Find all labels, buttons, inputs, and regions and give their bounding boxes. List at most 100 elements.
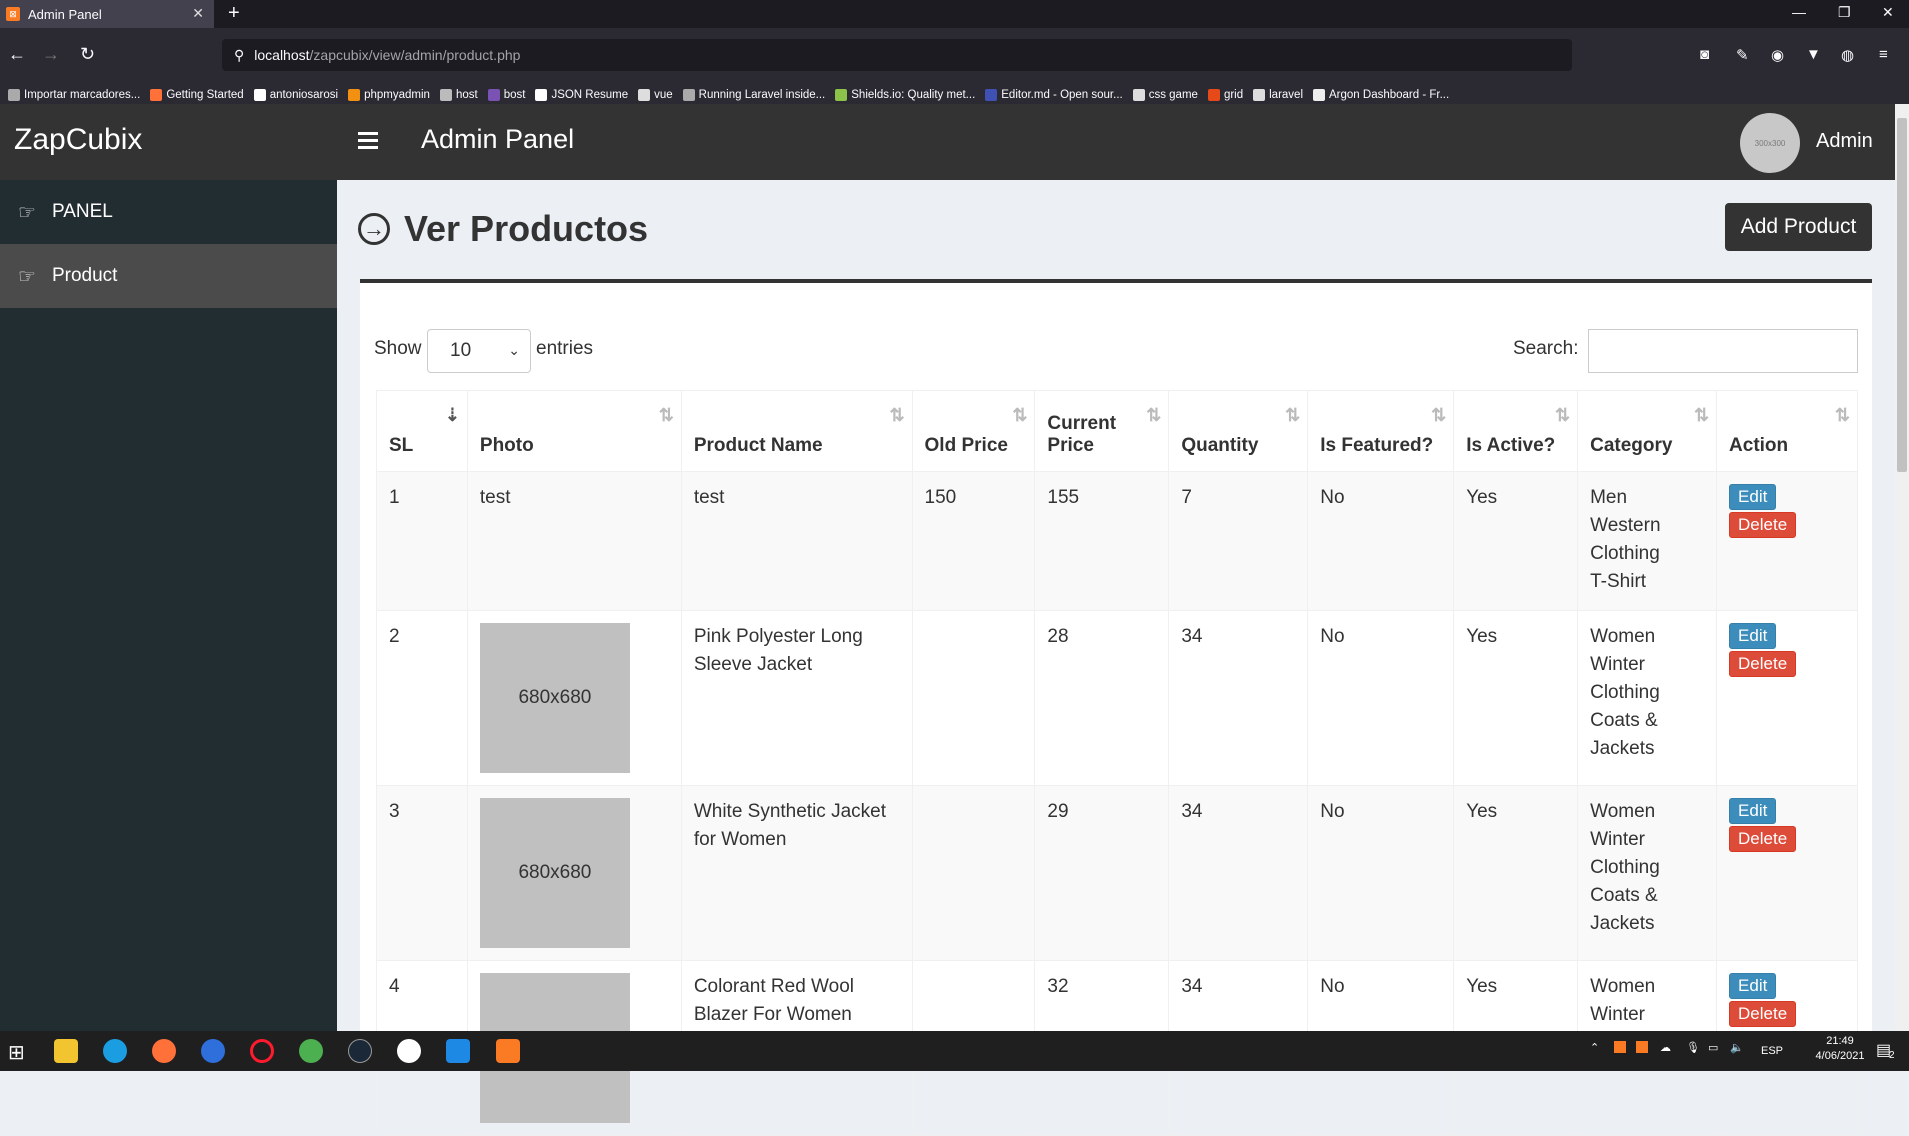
delete-button[interactable]: Delete bbox=[1729, 826, 1797, 852]
file-explorer-icon[interactable] bbox=[54, 1039, 78, 1063]
account-icon[interactable]: ◍ bbox=[1841, 46, 1854, 64]
bookmark-label: bost bbox=[503, 89, 526, 101]
vscode-icon[interactable] bbox=[446, 1039, 470, 1063]
firefox-icon[interactable] bbox=[152, 1039, 176, 1063]
bookmark-item[interactable]: bost bbox=[487, 89, 526, 101]
cell-featured: No bbox=[1307, 785, 1455, 961]
delete-button[interactable]: Delete bbox=[1729, 651, 1797, 677]
edit-button[interactable]: Edit bbox=[1729, 973, 1777, 999]
volume-icon[interactable]: 🔈 bbox=[1730, 1041, 1744, 1054]
cell-active: Yes bbox=[1453, 471, 1579, 611]
edit-button[interactable]: Edit bbox=[1729, 484, 1777, 510]
bookmark-item[interactable]: Editor.md - Open sour... bbox=[985, 89, 1123, 101]
steam-icon[interactable] bbox=[348, 1039, 372, 1063]
bookmark-item[interactable]: Argon Dashboard - Fr... bbox=[1313, 89, 1449, 101]
minimize-icon[interactable]: — bbox=[1792, 4, 1806, 20]
xampp-icon[interactable] bbox=[496, 1039, 520, 1063]
bookmark-item[interactable]: JSON Resume bbox=[535, 89, 628, 101]
column-header-label: Old Price bbox=[924, 435, 1008, 456]
edit-button[interactable]: Edit bbox=[1729, 798, 1777, 824]
close-tab-icon[interactable]: ✕ bbox=[192, 5, 204, 22]
restore-icon[interactable]: ❐ bbox=[1838, 4, 1851, 21]
cell-photo: test bbox=[466, 471, 682, 611]
vue-devtools-icon[interactable]: ▼ bbox=[1806, 46, 1821, 63]
close-window-icon[interactable]: ✕ bbox=[1882, 4, 1894, 21]
scrollbar-thumb[interactable] bbox=[1897, 118, 1907, 472]
bookmark-item[interactable]: antoniosarosi bbox=[253, 89, 338, 101]
bookmark-item[interactable]: phpmyadmin bbox=[348, 89, 430, 101]
column-header[interactable]: Is Featured? ⇅ bbox=[1307, 390, 1455, 472]
column-header-label: Is Active? bbox=[1466, 435, 1556, 456]
new-tab-icon[interactable]: + bbox=[228, 2, 240, 25]
cell-quantity: 7 bbox=[1168, 471, 1309, 611]
column-header[interactable]: Category ⇅ bbox=[1577, 390, 1718, 472]
sidebar-item-panel[interactable]: ☞ PANEL bbox=[0, 180, 337, 244]
bookmark-icon bbox=[439, 89, 452, 101]
search-input[interactable] bbox=[1588, 329, 1858, 373]
sidebar-item-label: Product bbox=[51, 265, 118, 286]
search-label: Search: bbox=[1513, 338, 1579, 359]
edge-icon[interactable] bbox=[103, 1039, 127, 1063]
language-indicator[interactable]: ESP bbox=[1761, 1045, 1783, 1057]
bookmark-item[interactable]: grid bbox=[1207, 89, 1243, 101]
extension-icon[interactable]: ◉ bbox=[1771, 46, 1784, 64]
network-icon[interactable]: ▭ bbox=[1708, 1041, 1718, 1054]
bookmark-item[interactable]: vue bbox=[638, 89, 673, 101]
sidebar-item-product[interactable]: ☞ Product bbox=[0, 244, 337, 308]
column-header[interactable]: Current Price ⇅ bbox=[1034, 390, 1170, 472]
column-header-label: Photo bbox=[479, 435, 534, 456]
column-header[interactable]: Product Name ⇅ bbox=[680, 390, 913, 472]
column-header[interactable]: Action ⇅ bbox=[1716, 390, 1858, 472]
delete-button[interactable]: Delete bbox=[1729, 512, 1797, 538]
browser-tab-bar bbox=[0, 0, 1909, 28]
bookmark-item[interactable]: Running Laravel inside... bbox=[682, 89, 826, 101]
entries-select[interactable]: 10 ⌄ bbox=[427, 329, 531, 373]
menu-icon[interactable]: ≡ bbox=[1879, 46, 1888, 63]
xampp-tray-icon[interactable] bbox=[1636, 1041, 1648, 1053]
bookmark-icon bbox=[985, 89, 998, 101]
bookmark-item[interactable]: laravel bbox=[1253, 89, 1303, 101]
reload-icon[interactable]: ↻ bbox=[80, 44, 95, 65]
cell-old-price: 150 bbox=[911, 471, 1036, 611]
bookmark-item[interactable]: css game bbox=[1132, 89, 1198, 101]
firefox-dev-icon[interactable] bbox=[201, 1039, 225, 1063]
cell-category: Men Western Clothing T-Shirt bbox=[1577, 471, 1718, 611]
pocket-icon[interactable]: ◙ bbox=[1700, 46, 1709, 63]
arrow-circle-right-icon: → bbox=[358, 213, 390, 245]
edit-button[interactable]: Edit bbox=[1729, 623, 1777, 649]
bookmark-item[interactable]: Getting Started bbox=[150, 89, 244, 101]
clock[interactable]: 21:49 4/06/2021 bbox=[1810, 1035, 1870, 1062]
user-name[interactable]: Admin bbox=[1816, 130, 1873, 153]
browser-tab[interactable]: ⊠ Admin Panel ✕ bbox=[0, 0, 214, 28]
tray-chevron-icon[interactable]: ⌃ bbox=[1590, 1041, 1599, 1054]
cloud-icon[interactable]: ☁ bbox=[1660, 1041, 1671, 1054]
bookmark-label: Running Laravel inside... bbox=[698, 89, 826, 101]
xampp-tray-icon[interactable] bbox=[1614, 1041, 1626, 1053]
cell-sl: 3 bbox=[376, 785, 468, 961]
hand-pointing-icon: ☞ bbox=[18, 265, 36, 288]
app-icon[interactable] bbox=[397, 1039, 421, 1063]
forward-icon[interactable]: → bbox=[42, 44, 60, 65]
sidebar-toggle-icon[interactable] bbox=[358, 132, 378, 153]
chrome-icon[interactable] bbox=[299, 1039, 323, 1063]
column-header[interactable]: SL ⇣ bbox=[376, 390, 468, 472]
add-product-button[interactable]: Add Product bbox=[1725, 203, 1872, 251]
column-header[interactable]: Is Active? ⇅ bbox=[1453, 390, 1579, 472]
column-header[interactable]: Quantity ⇅ bbox=[1168, 390, 1309, 472]
back-icon[interactable]: ← bbox=[8, 44, 26, 65]
bookmark-label: phpmyadmin bbox=[364, 89, 430, 101]
url-bar[interactable]: ⚲ localhost/zapcubix/view/admin/product.… bbox=[222, 39, 1572, 71]
column-header[interactable]: Photo ⇅ bbox=[466, 390, 682, 472]
windows-start-icon[interactable]: ⊞ bbox=[8, 1040, 32, 1064]
wrench-icon[interactable]: ✎ bbox=[1736, 46, 1749, 64]
bookmark-item[interactable]: Importar marcadores... bbox=[8, 89, 140, 101]
avatar[interactable]: 300x300 bbox=[1740, 113, 1800, 173]
bookmark-item[interactable]: Shields.io: Quality met... bbox=[835, 89, 975, 101]
column-header[interactable]: Old Price ⇅ bbox=[911, 390, 1036, 472]
microphone-icon[interactable]: 🎙 bbox=[1686, 1041, 1700, 1054]
delete-button[interactable]: Delete bbox=[1729, 1001, 1797, 1027]
bookmark-label: css game bbox=[1148, 89, 1198, 101]
opera-icon[interactable] bbox=[250, 1039, 274, 1063]
bookmark-item[interactable]: host bbox=[439, 89, 478, 101]
brand-logo[interactable]: ZapCubix bbox=[14, 123, 142, 157]
